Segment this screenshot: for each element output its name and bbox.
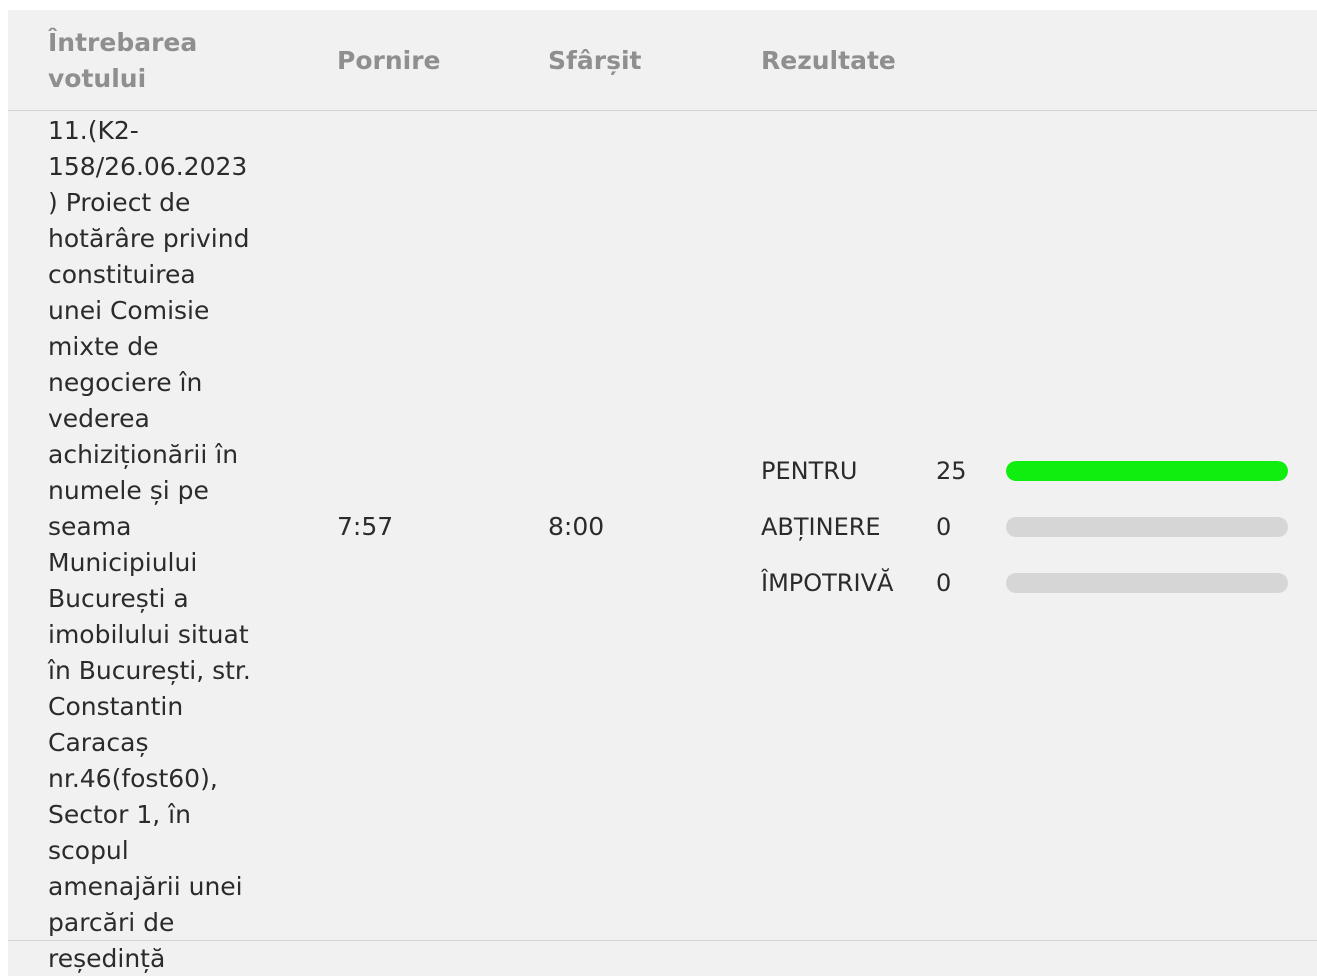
- column-header-end: Sfârșit: [548, 46, 642, 75]
- vote-results: PENTRU 25 ABȚINERE 0 ÎMPOTRIVĂ 0: [761, 453, 1301, 621]
- table-row: 11.(K2-158/26.06.2023) Proiect de hotărâ…: [8, 111, 1317, 973]
- result-label-for: PENTRU: [761, 457, 858, 485]
- vote-end-time: 8:00: [548, 512, 605, 541]
- column-header-question: Întrebarea votului: [48, 28, 198, 93]
- result-count-for: 25: [936, 457, 967, 485]
- result-bar-against: [1006, 573, 1288, 593]
- table-header-row: Întrebarea votului Pornire Sfârșit Rezul…: [8, 10, 1317, 111]
- result-bar-for: [1006, 461, 1288, 481]
- result-bar-fill-for: [1006, 461, 1288, 481]
- result-label-against: ÎMPOTRIVĂ: [761, 569, 894, 597]
- result-label-abstain: ABȚINERE: [761, 513, 881, 541]
- vote-question-text: 11.(K2-158/26.06.2023) Proiect de hotărâ…: [48, 116, 251, 973]
- result-bar-abstain: [1006, 517, 1288, 537]
- result-for: PENTRU 25: [761, 453, 1301, 509]
- result-count-against: 0: [936, 569, 952, 597]
- result-against: ÎMPOTRIVĂ 0: [761, 565, 1301, 621]
- column-header-start: Pornire: [337, 46, 441, 75]
- result-count-abstain: 0: [936, 513, 952, 541]
- vote-start-time: 7:57: [337, 512, 394, 541]
- votes-table: Întrebarea votului Pornire Sfârșit Rezul…: [8, 10, 1317, 976]
- result-abstain: ABȚINERE 0: [761, 509, 1301, 565]
- column-header-results: Rezultate: [761, 46, 896, 75]
